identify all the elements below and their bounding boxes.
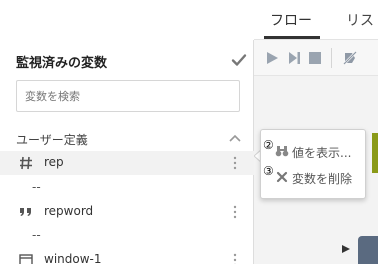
binoculars-icon [275,146,289,157]
variable-value: -- [32,228,41,242]
toolbar-divider [331,48,332,68]
active-tab-indicator [264,36,320,39]
section-label-user-defined: ユーザー定義 [16,133,88,147]
variable-row-window-1[interactable]: window-1 [0,248,254,264]
variable-row-rep[interactable]: rep [0,151,254,175]
window-icon [19,254,33,264]
stop-icon[interactable] [307,50,323,66]
variable-search-input[interactable] [16,80,240,112]
debug-toolbar [254,40,378,76]
connector-arrow-icon [342,245,350,253]
variable-name: window-1 [44,252,102,264]
tab-flow[interactable]: フロー [270,10,312,30]
watched-variables-panel: 監視済みの変数 ユーザー定義 rep -- repword -- win [0,40,254,264]
chevron-up-icon[interactable] [229,133,241,143]
variable-name: rep [44,155,64,169]
flow-node[interactable] [358,236,378,264]
variable-value: -- [32,180,41,194]
step-marker: ③ [263,164,274,178]
more-options-icon[interactable] [228,252,242,264]
more-options-icon[interactable] [228,204,242,220]
variable-context-menu: ② 値を表示... ③ 変数を削除 [260,129,366,199]
tab-bar: フロー リス [254,0,378,40]
check-icon[interactable] [231,52,247,68]
menu-item-delete-variable[interactable]: ③ 変数を削除 [261,164,367,188]
more-options-icon[interactable] [228,155,242,171]
flow-node-edge [372,133,378,173]
menu-label: 値を表示... [292,146,352,160]
step-marker: ② [263,138,274,152]
breakpoint-off-icon[interactable] [342,50,358,66]
close-icon [276,171,288,183]
panel-title: 監視済みの変数 [16,56,108,71]
menu-item-show-value[interactable]: ② 値を表示... [261,138,367,162]
tab-list[interactable]: リス [346,10,374,30]
variable-name: repword [44,204,94,218]
quote-icon [20,208,31,216]
menu-label: 変数を削除 [292,172,353,186]
hash-icon [20,156,32,170]
step-icon[interactable] [286,50,302,66]
variable-row-repword[interactable]: repword [0,200,254,224]
run-icon[interactable] [264,50,280,66]
